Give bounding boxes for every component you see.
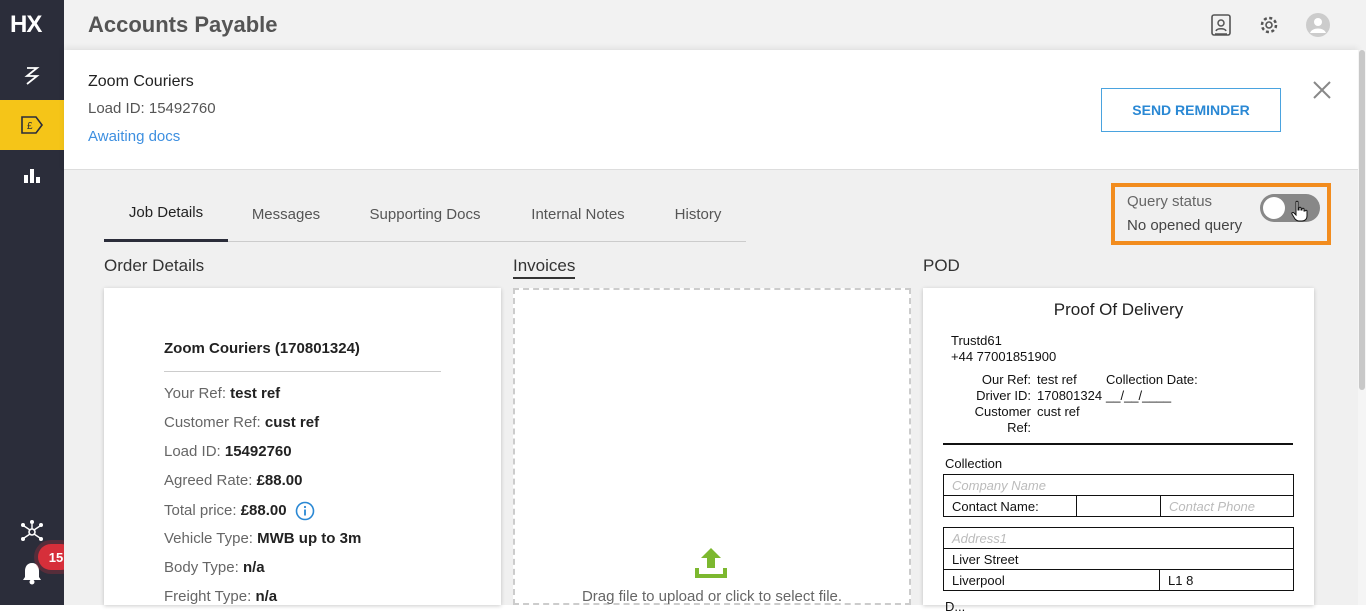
pod-contact-name-label: Contact Name:: [943, 495, 1077, 517]
send-reminder-button[interactable]: SEND REMINDER: [1101, 88, 1281, 132]
pod-customer-ref: cust ref: [1037, 404, 1080, 419]
invoice-drop-zone[interactable]: Drag file to upload or click to select f…: [513, 288, 911, 605]
upload-icon: [695, 548, 727, 578]
toggle-knob: [1263, 197, 1285, 219]
order-row-total-price: Total price: £88.00: [164, 501, 315, 521]
pod-document-title: Proof Of Delivery: [1053, 300, 1184, 319]
sidebar-item-accounts-payable[interactable]: £: [0, 100, 64, 150]
pod-title: POD: [923, 256, 960, 275]
divider: [164, 371, 441, 372]
pod-driver-id: 170801324: [1037, 388, 1103, 403]
status-link[interactable]: Awaiting docs: [88, 128, 180, 145]
contacts-icon[interactable]: [1208, 12, 1234, 38]
pod-our-ref-label: Our Ref:: [981, 372, 1031, 387]
pod-our-ref: test ref: [1037, 372, 1077, 387]
drop-zone-text: Drag file to upload or click to select f…: [581, 588, 843, 605]
order-carrier-name: Zoom Couriers (170801324): [164, 340, 360, 357]
tab-job-details[interactable]: Job Details: [104, 186, 228, 242]
carrier-name: Zoom Couriers: [88, 73, 194, 90]
sidebar: HX £ 15: [0, 0, 74, 605]
order-row-load-id: Load ID: 15492760: [164, 443, 292, 460]
top-bar: Accounts Payable: [64, 0, 1366, 50]
content-area: Job Details Messages Supporting Docs Int…: [64, 170, 1358, 614]
pod-city: Liverpool: [943, 569, 1160, 591]
user-avatar-icon[interactable]: [1305, 12, 1331, 38]
query-status-label: Query status: [1127, 193, 1213, 210]
tab-bar: Job Details Messages Supporting Docs Int…: [104, 186, 746, 242]
pod-customer-label: Customer: [974, 404, 1031, 419]
query-status-value: No opened query: [1127, 217, 1243, 234]
tab-supporting-docs[interactable]: Supporting Docs: [354, 186, 496, 242]
pod-collection-date-label: Collection Date:: [1106, 372, 1198, 387]
pod-driver-id-label: Driver ID:: [976, 388, 1031, 403]
bar-chart-icon: [24, 169, 40, 183]
pod-collection-table: Company Name Contact Name: Contact Phone: [943, 474, 1294, 517]
pod-divider: [943, 443, 1293, 445]
pod-address-table: Address1 Liver Street Liverpool L1 8: [943, 527, 1294, 591]
pod-address1-field: Address1: [943, 527, 1294, 549]
order-row-agreed-rate: Agreed Rate: £88.00: [164, 472, 303, 489]
hand-cursor-icon: [1291, 200, 1308, 222]
pod-ref-label: Ref:: [1007, 420, 1031, 435]
tab-internal-notes[interactable]: Internal Notes: [514, 186, 642, 242]
pod-card: Proof Of Delivery Trustd61 +44 770018519…: [923, 288, 1314, 614]
order-details-card: Zoom Couriers (170801324) Your Ref: test…: [104, 288, 501, 605]
order-row-body-type: Body Type: n/a: [164, 559, 265, 576]
load-header: Zoom Couriers Load ID: 15492760 Awaiting…: [64, 50, 1358, 170]
pod-date-blank: __/__/____: [1106, 388, 1172, 403]
tab-messages[interactable]: Messages: [232, 186, 340, 242]
sidebar-item-reports[interactable]: [0, 150, 64, 200]
pod-company-name-field: Company Name: [943, 474, 1294, 496]
pod-street: Liver Street: [943, 548, 1294, 570]
scrollbar-thumb[interactable]: [1359, 50, 1365, 390]
load-id: Load ID: 15492760: [88, 100, 216, 117]
pod-contact-phone-field: Contact Phone: [1160, 495, 1294, 517]
app-logo[interactable]: HX: [10, 11, 42, 39]
close-icon[interactable]: [1310, 78, 1334, 102]
order-details-title: Order Details: [104, 256, 205, 275]
order-row-customer-ref: Customer Ref: cust ref: [164, 414, 320, 431]
pod-collection-label: Collection: [945, 456, 1003, 471]
pod-phone: +44 77001851900: [951, 349, 1057, 364]
page-title: Accounts Payable: [88, 12, 278, 37]
svg-text:£: £: [27, 121, 33, 132]
tab-history[interactable]: History: [660, 186, 736, 242]
pod-cut-label: D...: [945, 599, 966, 614]
invoices-title: Invoices: [513, 256, 576, 279]
network-icon: [21, 520, 43, 541]
info-icon[interactable]: [295, 501, 315, 521]
query-status-panel: Query status No opened query: [1111, 183, 1331, 245]
order-row-vehicle-type: Vehicle Type: MWB up to 3m: [164, 530, 362, 547]
pod-postcode: L1 8: [1159, 569, 1294, 591]
order-row-freight-type: Freight Type: n/a: [164, 588, 278, 605]
gear-icon[interactable]: [1256, 12, 1282, 38]
order-row-your-ref: Your Ref: test ref: [164, 385, 281, 402]
scrollbar[interactable]: [1358, 50, 1366, 605]
sidebar-item-routes[interactable]: [0, 50, 64, 100]
query-toggle[interactable]: [1260, 194, 1320, 222]
pod-company: Trustd61: [951, 333, 1002, 348]
pod-contact-name-value: [1076, 495, 1161, 517]
route-icon: [24, 67, 40, 85]
pound-tag-icon: £: [21, 116, 43, 134]
